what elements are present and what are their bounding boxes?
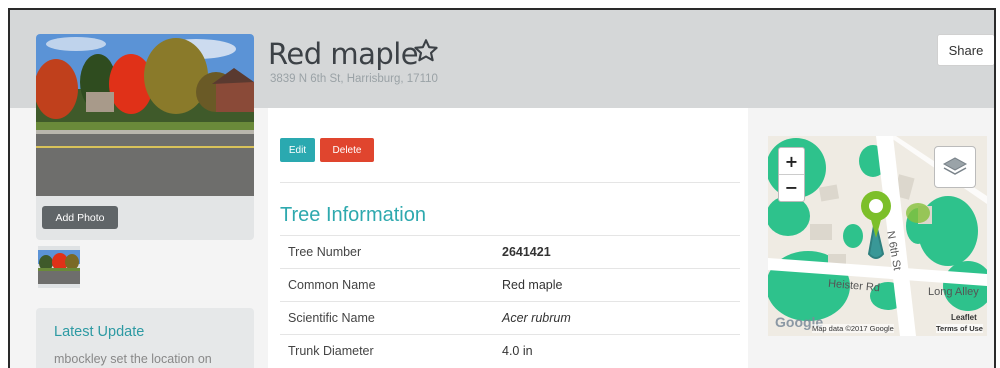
row-label: Tree Number xyxy=(280,235,502,269)
photo-card: Add Photo xyxy=(36,34,254,240)
latest-update-title: Latest Update xyxy=(54,324,145,340)
tree-information-title: Tree Information xyxy=(280,204,426,226)
star-icon[interactable] xyxy=(412,37,440,65)
tree-name-title: Red maple xyxy=(268,37,419,71)
app-frame: Red maple 3839 N 6th St, Harrisburg, 171… xyxy=(8,8,996,368)
edit-button[interactable]: Edit xyxy=(280,138,315,162)
table-row: Trunk Diameter 4.0 in xyxy=(280,334,740,367)
row-label: Scientific Name xyxy=(280,301,502,335)
latest-update-card: Latest Update mbockley set the location … xyxy=(36,308,254,368)
row-label: Trunk Diameter xyxy=(280,334,502,367)
main-content: Edit Delete Tree Information Tree Number… xyxy=(268,108,748,368)
divider xyxy=(280,182,740,183)
terms-of-use-link[interactable]: Terms of Use xyxy=(936,324,983,333)
zoom-in-button[interactable]: + xyxy=(779,148,804,175)
row-value: Red maple xyxy=(502,268,740,302)
map-attribution: Map data ©2017 Google xyxy=(812,324,894,333)
add-photo-button[interactable]: Add Photo xyxy=(42,206,118,229)
tree-photo[interactable] xyxy=(36,34,254,196)
street-label-long-alley: Long Alley xyxy=(928,286,979,298)
tree-information-table: Tree Number 2641421 Common Name Red mapl… xyxy=(280,235,740,367)
layers-button[interactable] xyxy=(934,146,976,188)
zoom-out-button[interactable]: − xyxy=(779,174,804,200)
zoom-control: + − xyxy=(778,147,805,202)
row-value: 2641421 xyxy=(502,235,740,269)
row-label: Common Name xyxy=(280,268,502,302)
table-row: Scientific Name Acer rubrum xyxy=(280,301,740,335)
leaflet-link[interactable]: Leaflet xyxy=(951,313,977,322)
share-button[interactable]: Share xyxy=(937,34,994,66)
delete-button[interactable]: Delete xyxy=(320,138,374,162)
table-row: Tree Number 2641421 xyxy=(280,235,740,269)
layers-icon xyxy=(942,157,968,175)
tree-address: 3839 N 6th St, Harrisburg, 17110 xyxy=(270,73,438,85)
latest-update-text: mbockley set the location on xyxy=(54,352,212,366)
tree-location-map[interactable]: N 6th St Heister Rd Long Alley + − Googl… xyxy=(768,136,987,336)
photo-thumbnail[interactable] xyxy=(38,246,80,288)
row-value: 4.0 in xyxy=(502,334,740,367)
row-value: Acer rubrum xyxy=(502,301,740,335)
table-row: Common Name Red maple xyxy=(280,268,740,302)
